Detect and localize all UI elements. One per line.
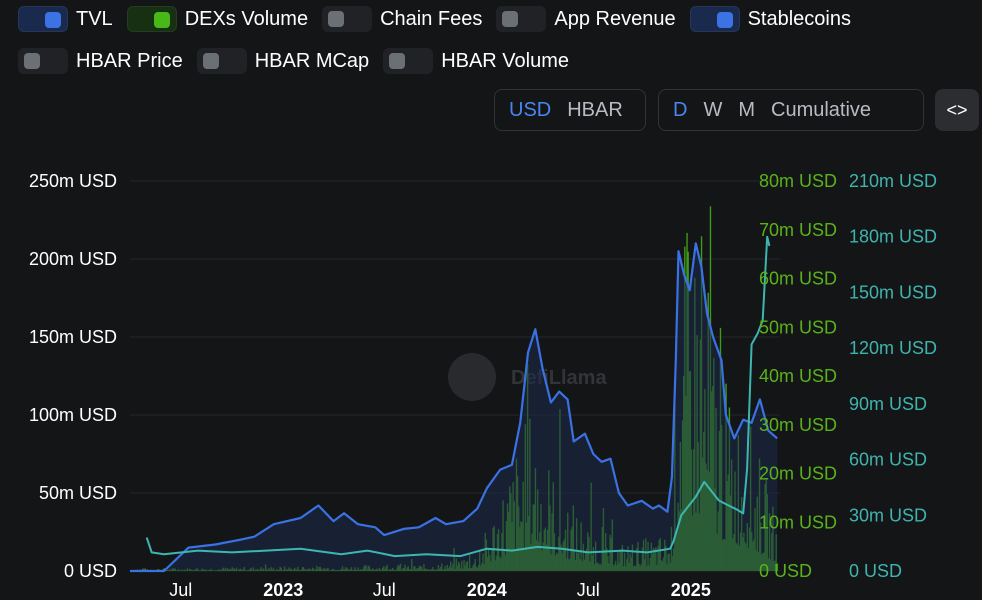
- dex-volume-y-axis-tick-label: 40m USD: [759, 366, 837, 386]
- x-axis-tick-label: Jul: [169, 580, 192, 600]
- left-y-axis-tick-label: 50m USD: [39, 483, 117, 503]
- stablecoins-y-axis-tick-label: 180m USD: [849, 227, 937, 247]
- x-axis-tick-label: 2025: [671, 580, 711, 600]
- left-y-axis-tick-label: 200m USD: [29, 249, 117, 269]
- x-axis-tick-label: Jul: [577, 580, 600, 600]
- stablecoins-y-axis-tick-label: 120m USD: [849, 338, 937, 358]
- dex-volume-y-axis-tick-label: 20m USD: [759, 464, 837, 484]
- left-y-axis-tick-label: 250m USD: [29, 171, 117, 191]
- stablecoins-y-axis-tick-label: 150m USD: [849, 282, 937, 302]
- watermark-logo: [448, 353, 496, 401]
- stablecoins-y-axis-tick-label: 210m USD: [849, 171, 937, 191]
- dex-volume-y-axis-tick-label: 30m USD: [759, 415, 837, 435]
- dex-volume-y-axis-tick-label: 0 USD: [759, 561, 812, 581]
- dex-volume-y-axis-tick-label: 10m USD: [759, 512, 837, 532]
- left-y-axis-tick-label: 100m USD: [29, 405, 117, 425]
- stablecoins-y-axis-tick-label: 30m USD: [849, 505, 927, 525]
- x-axis: Jul 2023 Jul 2024 Jul 2025: [169, 580, 711, 600]
- x-axis-tick-label: Jul: [373, 580, 396, 600]
- x-axis-tick-label: 2023: [263, 580, 303, 600]
- x-axis-tick-label: 2024: [467, 580, 507, 600]
- stablecoins-y-axis-tick-label: 90m USD: [849, 394, 927, 414]
- left-y-axis-tick-label: 150m USD: [29, 327, 117, 347]
- left-y-axis-tick-label: 0 USD: [64, 561, 117, 581]
- stablecoins-y-axis-tick-label: 0 USD: [849, 561, 902, 581]
- dex-volume-y-axis-tick-label: 60m USD: [759, 269, 837, 289]
- dex-volume-y-axis-tick-label: 50m USD: [759, 317, 837, 337]
- dex-volume-y-axis: 0 USD 10m USD 20m USD 30m USD 40m USD 50m USD…: [759, 171, 837, 581]
- stablecoins-y-axis: 0 USD 30m USD 60m USD 90m USD 120m USD 150m U…: [849, 171, 937, 581]
- stablecoins-y-axis-tick-label: 60m USD: [849, 450, 927, 470]
- left-y-axis: 0 USD 50m USD 100m USD 150m USD 200m USD 250m…: [29, 171, 117, 581]
- chart: DefiLlama 0 USD50m USD100m USD150m USD20…: [29, 171, 937, 600]
- dex-volume-y-axis-tick-label: 70m USD: [759, 220, 837, 240]
- dex-volume-y-axis-tick-label: 80m USD: [759, 171, 837, 191]
